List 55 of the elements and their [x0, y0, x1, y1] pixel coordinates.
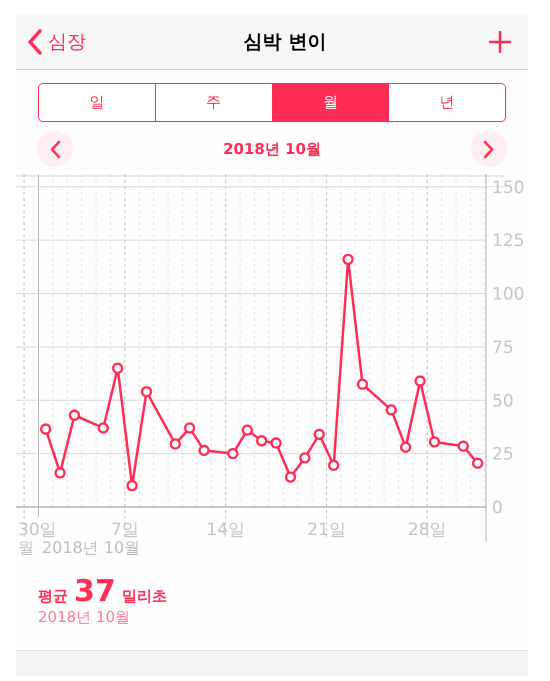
- y-tick-label: 75: [492, 338, 514, 358]
- period-title: 2018년 10월: [223, 140, 321, 158]
- data-point: [68, 410, 80, 421]
- chevron-right-icon: [483, 140, 494, 158]
- data-point: [170, 438, 181, 450]
- y-tick-label: 125: [492, 231, 524, 252]
- x-tick-label: 21일: [307, 520, 346, 540]
- data-point: [472, 458, 484, 469]
- average-label: 평균: [38, 587, 68, 606]
- y-tick-label: 150: [492, 178, 524, 198]
- data-point: [140, 386, 152, 398]
- x-tick-label: 30일: [18, 520, 57, 540]
- y-tick-label: 50: [492, 391, 514, 412]
- x-tick-label: 7일: [110, 520, 139, 540]
- summary-period: 2018년 10월: [38, 608, 132, 627]
- unit-label: 밀리초: [122, 587, 167, 606]
- data-point: [428, 436, 440, 448]
- month-label: 월: [18, 538, 34, 559]
- data-point: [270, 437, 282, 449]
- data-point: [242, 424, 253, 436]
- data-point: [314, 428, 325, 440]
- data-point: [256, 435, 268, 446]
- average-value: 37: [74, 576, 116, 608]
- data-point: [356, 378, 368, 390]
- previous-button[interactable]: [37, 131, 73, 167]
- data-point: [98, 422, 109, 434]
- data-point: [112, 362, 124, 374]
- data-point: [126, 480, 138, 492]
- x-tick-label: 28일: [408, 520, 447, 540]
- next-button[interactable]: [470, 131, 507, 167]
- chevron-left-icon: [50, 140, 60, 158]
- data-point: [284, 471, 296, 483]
- month-label: 2018년 10월: [42, 538, 140, 559]
- data-point: [54, 467, 66, 478]
- data-point: [400, 442, 412, 453]
- data-point: [184, 422, 196, 434]
- plus-icon: [488, 30, 512, 54]
- data-point: [227, 448, 238, 460]
- data-point: [328, 460, 340, 472]
- y-tick-label: 0: [492, 498, 503, 518]
- data-point: [40, 423, 52, 435]
- data-point: [458, 440, 469, 452]
- data-point: [342, 254, 354, 266]
- segment-tab[interactable]: 월: [272, 84, 388, 121]
- screen-title: 심박 변이: [244, 30, 326, 54]
- segment-tab[interactable]: 년: [388, 84, 505, 121]
- data-point: [299, 452, 310, 464]
- y-tick-label: 25: [492, 444, 514, 465]
- y-tick-label: 100: [492, 284, 524, 305]
- data-point: [414, 375, 426, 387]
- chevron-left-icon: [28, 28, 42, 54]
- data-point: [386, 404, 397, 416]
- data-point: [198, 444, 210, 456]
- back-button[interactable]: 심장: [28, 28, 86, 54]
- x-tick-label: 14일: [206, 520, 245, 540]
